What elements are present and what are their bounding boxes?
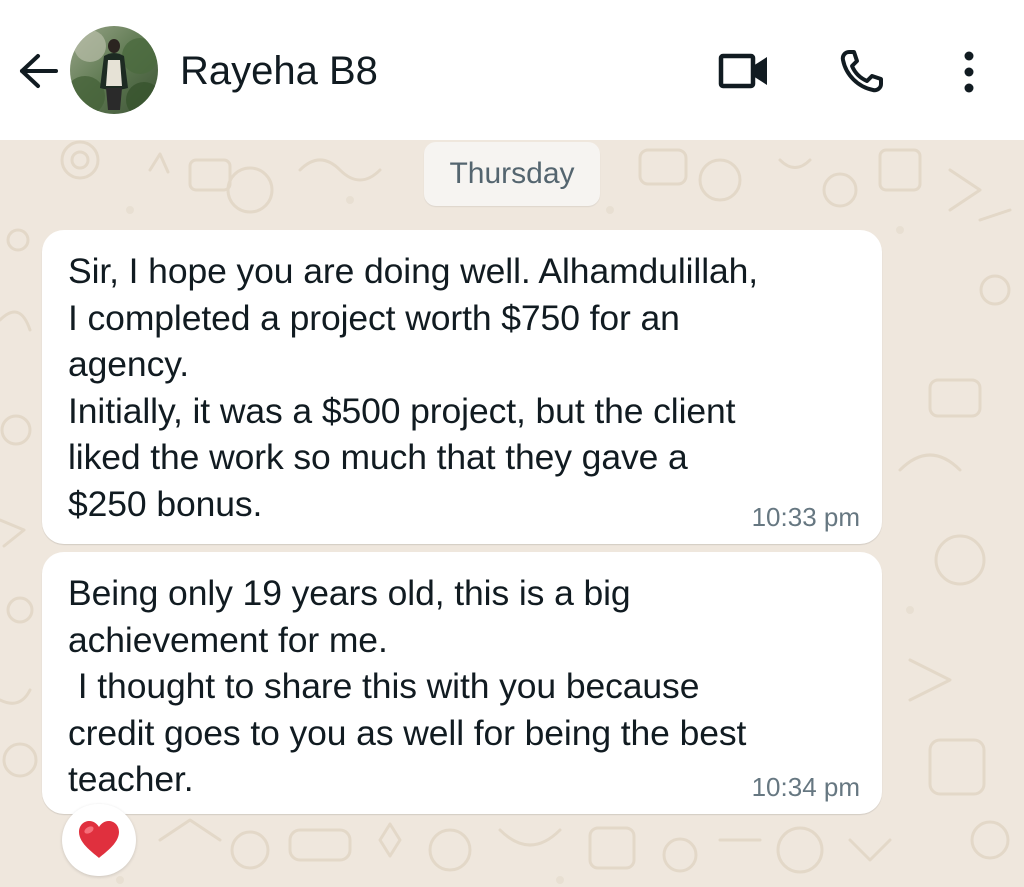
- message-text: Sir, I hope you are doing well. Alhamdul…: [68, 251, 759, 524]
- video-call-button[interactable]: [716, 46, 772, 96]
- more-vertical-icon: [964, 51, 974, 93]
- contact-name[interactable]: Rayeha B8: [180, 48, 378, 94]
- message-text: Being only 19 years old, this is a big a…: [68, 573, 747, 799]
- contact-avatar[interactable]: [70, 26, 158, 114]
- message-timestamp: 10:34 pm: [751, 772, 860, 802]
- heart-icon: [79, 821, 119, 858]
- message-bubble[interactable]: Being only 19 years old, this is a big a…: [42, 552, 882, 814]
- more-options-button[interactable]: [944, 46, 994, 96]
- avatar-photo: [70, 26, 158, 114]
- message-timestamp: 10:33 pm: [751, 502, 860, 532]
- phone-icon: [840, 50, 883, 93]
- chat-header: Rayeha B8: [0, 0, 1024, 140]
- date-separator: Thursday: [424, 142, 600, 206]
- back-button[interactable]: [14, 48, 64, 94]
- video-camera-icon: [718, 53, 767, 89]
- arrow-left-icon: [20, 54, 58, 88]
- heart-reaction[interactable]: [62, 804, 136, 876]
- voice-call-button[interactable]: [834, 46, 890, 96]
- message-bubble[interactable]: Sir, I hope you are doing well. Alhamdul…: [42, 230, 882, 544]
